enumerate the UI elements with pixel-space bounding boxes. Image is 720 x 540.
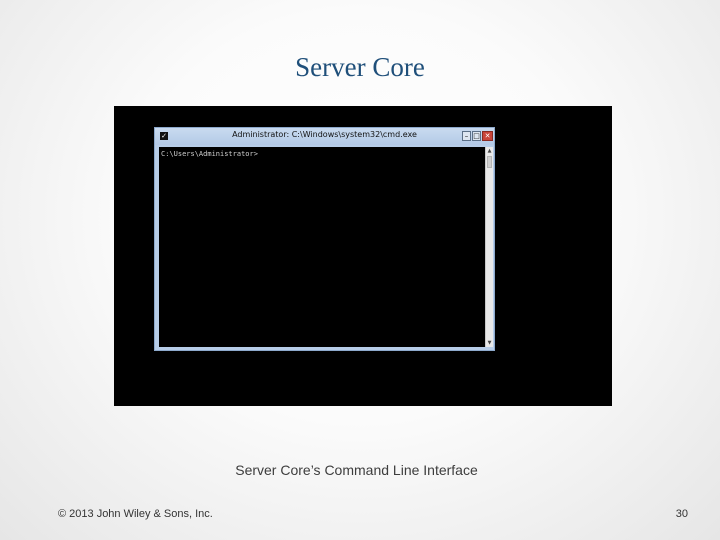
slide-title: Server Core bbox=[295, 52, 425, 82]
scroll-up-arrow-icon[interactable]: ▲ bbox=[486, 147, 493, 155]
page-number: 30 bbox=[675, 508, 688, 520]
command-prompt: C:\Users\Administrator> bbox=[161, 150, 258, 158]
minimize-button[interactable]: – bbox=[462, 131, 471, 141]
close-icon: ✕ bbox=[484, 132, 491, 140]
minimize-icon: – bbox=[464, 132, 469, 140]
vertical-scrollbar[interactable]: ▲ ▼ bbox=[485, 147, 493, 347]
window-title: Administrator: C:\Windows\system32\cmd.e… bbox=[232, 130, 417, 139]
maximize-icon: □ bbox=[473, 132, 480, 140]
maximize-button[interactable]: □ bbox=[472, 131, 481, 141]
scroll-down-arrow-icon[interactable]: ▼ bbox=[486, 339, 493, 347]
scroll-thumb[interactable] bbox=[487, 156, 492, 168]
server-core-desktop: ✓ Administrator: C:\Windows\system32\cmd… bbox=[114, 106, 612, 406]
console-area[interactable]: C:\Users\Administrator> bbox=[159, 147, 485, 347]
cmd-window[interactable]: ✓ Administrator: C:\Windows\system32\cmd… bbox=[154, 127, 495, 351]
figure-caption: Server Core’s Command Line Interface bbox=[235, 462, 478, 478]
window-titlebar[interactable]: ✓ Administrator: C:\Windows\system32\cmd… bbox=[155, 128, 494, 145]
close-button[interactable]: ✕ bbox=[482, 131, 493, 141]
copyright-notice: © 2013 John Wiley & Sons, Inc. bbox=[58, 508, 213, 520]
